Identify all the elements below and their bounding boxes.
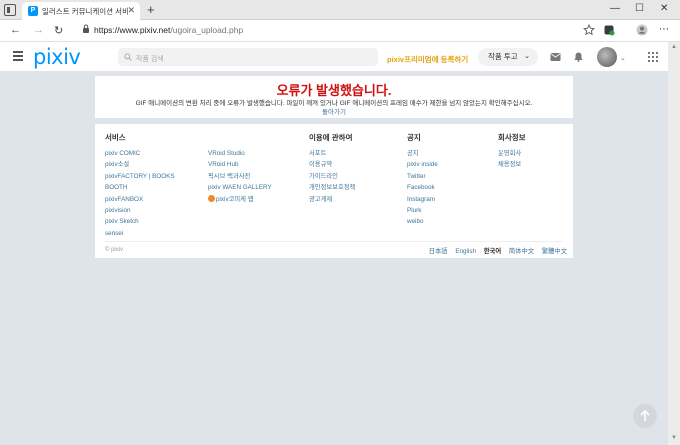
url-text: https://www.pixiv.net/ugoira_upload.php (94, 25, 243, 35)
footer-link[interactable]: 공지 (407, 148, 438, 159)
minimize-icon[interactable]: — (610, 3, 620, 14)
footer-link[interactable]: 서포트 (309, 148, 355, 159)
tab-title: 일러스트 커뮤니케이션 서비스[p (42, 7, 128, 16)
footer-link[interactable]: pixiv WAEN GALLERY (208, 182, 272, 193)
footer-link[interactable]: 픽시브 백과사전 (208, 171, 272, 182)
favorites-star-icon[interactable] (583, 24, 595, 36)
pixiv-favicon-icon: P (28, 6, 38, 16)
apps-grid-icon[interactable] (648, 52, 658, 62)
search-placeholder: 작품 검색 (136, 56, 164, 63)
footer-link[interactable]: BOOTH (105, 182, 175, 193)
footer-link[interactable]: pixiv inside (407, 159, 438, 170)
forward-icon[interactable]: → (33, 24, 44, 36)
site-header: pixiv 작품 검색 pixiv프리미엄에 등록하기 작품 투고 ⌄ ⌄ (0, 42, 668, 72)
pixiv-comiket-icon (208, 194, 215, 202)
footer-divider (105, 241, 563, 242)
tab-close-icon[interactable]: ✕ (127, 5, 135, 16)
lang-japanese[interactable]: 日本語 (429, 248, 448, 255)
url-path: /ugoira_upload.php (170, 25, 244, 35)
menu-icon[interactable] (13, 51, 23, 61)
footer-column-usage: 이용에 관하여 서포트 이용규약 가이드라인 개인정보보호정책 광고게재 (309, 132, 355, 205)
premium-register-link[interactable]: pixiv프리미엄에 등록하기 (387, 54, 468, 65)
scroll-to-top-button[interactable] (633, 404, 657, 428)
error-panel: 오류가 발생했습니다. GIF 애니메이션의 변환 처리 중에 오류가 발생했습… (95, 76, 573, 118)
browser-tab[interactable]: P 일러스트 커뮤니케이션 서비스[p ✕ (22, 2, 140, 20)
footer-link[interactable]: 이용규약 (309, 159, 355, 170)
footer-link[interactable]: pixiv COMIC (105, 148, 175, 159)
submit-work-label: 작품 투고 (488, 52, 518, 61)
language-switcher: 日本語 English 한국어 简体中文 繁體中文 (423, 246, 567, 255)
footer-link[interactable]: 가이드라인 (309, 171, 355, 182)
footer-link[interactable]: VRoid Hub (208, 159, 272, 170)
notifications-icon[interactable] (573, 52, 584, 62)
footer-heading: 이용에 관하여 (309, 133, 353, 142)
new-tab-button[interactable]: + (147, 2, 155, 17)
footer-link[interactable]: 채용정보 (498, 159, 526, 170)
avatar[interactable] (597, 47, 617, 67)
footer-column-services: 서비스 pixiv COMIC pixiv소설 pixivFACTORY | B… (105, 132, 175, 239)
lang-traditional-chinese[interactable]: 繁體中文 (542, 248, 567, 255)
footer-link[interactable]: VRoid Studio (208, 148, 272, 159)
footer-column-services-2: VRoid Studio VRoid Hub 픽시브 백과사전 pixiv WA… (208, 132, 272, 205)
lang-simplified-chinese[interactable]: 简体中文 (509, 248, 534, 255)
close-window-icon[interactable]: ✕ (660, 3, 668, 14)
footer-link[interactable]: Instagram (407, 194, 438, 205)
back-icon[interactable]: ← (10, 24, 21, 36)
footer-heading: 서비스 (105, 133, 126, 142)
lock-icon[interactable] (82, 24, 90, 33)
footer-link[interactable]: sensei (105, 228, 175, 239)
browser-menu-icon[interactable]: ⋯ (659, 24, 669, 35)
url-host: https://www.pixiv.net (94, 25, 171, 35)
lang-english[interactable]: English (455, 248, 476, 255)
scroll-down-icon[interactable]: ▼ (671, 435, 677, 441)
footer-link[interactable]: Twitter (407, 171, 438, 182)
messages-icon[interactable] (550, 52, 561, 62)
footer-link[interactable]: pixivFANBOX (105, 194, 175, 205)
footer-link[interactable]: pixivFACTORY | BOOKS (105, 171, 175, 182)
chevron-down-icon: ⌄ (524, 53, 530, 60)
arrow-up-icon (640, 409, 650, 421)
profile-icon[interactable] (636, 24, 648, 36)
browser-tabbar: P 일러스트 커뮤니케이션 서비스[p ✕ + — ☐ ✕ (0, 0, 680, 20)
copyright: © pixiv (105, 247, 124, 253)
footer-link[interactable]: pixiv소설 (105, 159, 175, 170)
lang-korean: 한국어 (483, 248, 502, 255)
search-icon (124, 53, 132, 61)
footer-heading: 회사정보 (498, 133, 526, 142)
site-footer: 서비스 pixiv COMIC pixiv소설 pixivFACTORY | B… (95, 124, 573, 258)
footer-link[interactable]: pixiv Sketch (105, 216, 175, 227)
footer-link[interactable]: Facebook (407, 182, 438, 193)
footer-link[interactable]: pixivision (105, 205, 175, 216)
submit-work-button[interactable]: 작품 투고 ⌄ (478, 48, 538, 66)
footer-link[interactable]: 광고게재 (309, 194, 355, 205)
footer-link-comiket[interactable]: pixiv코미케 앱 (208, 194, 272, 205)
footer-column-notice: 공지 공지 pixiv inside Twitter Facebook Inst… (407, 132, 438, 228)
pixiv-logo[interactable]: pixiv (33, 45, 81, 69)
account-chevron-icon[interactable]: ⌄ (620, 54, 626, 62)
page-scrollbar[interactable] (668, 42, 680, 445)
footer-column-company: 회사정보 운영회사 채용정보 (498, 132, 526, 171)
footer-heading (208, 132, 272, 148)
footer-link[interactable]: 개인정보보호정책 (309, 182, 355, 193)
tab-actions-icon[interactable] (4, 4, 16, 16)
footer-heading: 공지 (407, 133, 421, 142)
scroll-up-icon[interactable]: ▲ (671, 44, 677, 50)
footer-link[interactable]: weibo (407, 216, 438, 227)
footer-link-label: pixiv코미케 앱 (216, 195, 254, 203)
footer-link[interactable]: Plurk (407, 205, 438, 216)
reload-icon[interactable]: ↻ (54, 24, 63, 37)
extension-icon[interactable] (603, 24, 615, 36)
footer-link[interactable]: 운영회사 (498, 148, 526, 159)
maximize-icon[interactable]: ☐ (635, 3, 644, 14)
back-link[interactable]: 돌아가기 (95, 106, 573, 116)
